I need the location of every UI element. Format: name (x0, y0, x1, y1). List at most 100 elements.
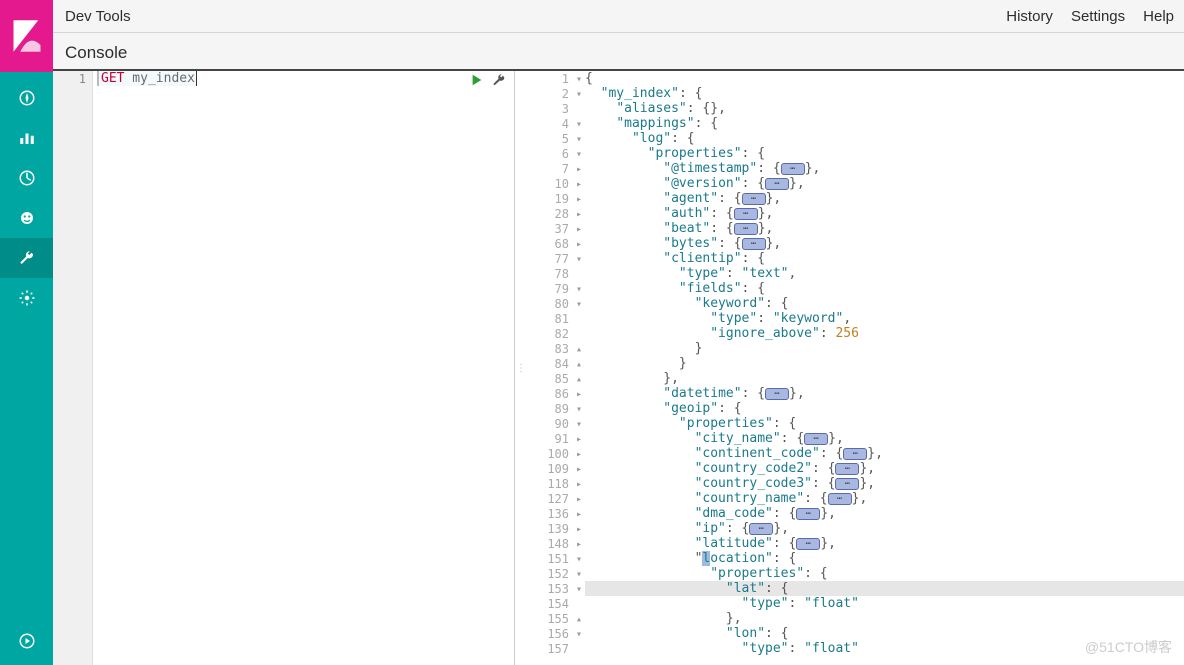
folded-pill[interactable]: ⋯ (734, 208, 758, 220)
fold-toggle[interactable]: ▾ (573, 402, 585, 417)
request-editor[interactable]: GET my_index (93, 71, 514, 665)
fold-toggle[interactable]: ▾ (573, 72, 585, 87)
app-sidebar (0, 0, 53, 665)
run-button[interactable] (470, 73, 484, 92)
nav-visualize[interactable] (0, 118, 53, 158)
nav-bottom (0, 621, 53, 665)
fold-toggle[interactable]: ▸ (573, 387, 585, 402)
fold-toggle[interactable]: ▾ (573, 117, 585, 132)
fold-toggle[interactable]: ▾ (573, 582, 585, 597)
fold-toggle[interactable]: ▸ (573, 237, 585, 252)
fold-toggle[interactable]: ▸ (573, 432, 585, 447)
response-line: "ignore_above": 256 (585, 326, 1184, 341)
response-line: "agent": {⋯}, (585, 191, 1184, 206)
history-link[interactable]: History (1006, 8, 1053, 25)
response-line: "properties": { (585, 146, 1184, 161)
folded-pill[interactable]: ⋯ (804, 433, 828, 445)
response-viewer[interactable]: { "my_index": { "aliases": {}, "mappings… (585, 71, 1184, 656)
fold-toggle[interactable]: ▾ (573, 552, 585, 567)
response-pane[interactable]: 1234567101928376877787980818283848586899… (527, 71, 1184, 665)
fold-toggle[interactable]: ▸ (573, 177, 585, 192)
response-line: }, (585, 371, 1184, 386)
fold-toggle[interactable] (573, 597, 585, 612)
fold-toggle[interactable]: ▸ (573, 507, 585, 522)
folded-pill[interactable]: ⋯ (835, 478, 859, 490)
response-line: } (585, 356, 1184, 371)
response-line: "lat": { (585, 581, 1184, 596)
settings-link[interactable]: Settings (1071, 8, 1125, 25)
response-line: } (585, 341, 1184, 356)
response-line: "continent_code": {⋯}, (585, 446, 1184, 461)
nav-timelion[interactable] (0, 198, 53, 238)
editor-panes: 1 GET my_index ⋮ 12345671019283768777879… (53, 71, 1184, 665)
folded-pill[interactable]: ⋯ (796, 508, 820, 520)
fold-toggle[interactable]: ▸ (573, 207, 585, 222)
fold-toggle[interactable]: ▸ (573, 537, 585, 552)
fold-column[interactable]: ▾▾▾▾▾▸▸▸▸▸▸▾▾▾▴▴▴▸▾▾▸▸▸▸▸▸▸▸▾▾▾▴▾ (573, 71, 585, 657)
folded-pill[interactable]: ⋯ (765, 178, 789, 190)
fold-toggle[interactable]: ▾ (573, 567, 585, 582)
fold-toggle[interactable]: ▴ (573, 372, 585, 387)
nav-management[interactable] (0, 278, 53, 318)
folded-pill[interactable]: ⋯ (781, 163, 805, 175)
fold-toggle[interactable]: ▾ (573, 297, 585, 312)
options-button[interactable] (492, 73, 506, 92)
fold-toggle[interactable]: ▾ (573, 282, 585, 297)
top-bar: Dev Tools History Settings Help (53, 0, 1184, 33)
folded-pill[interactable]: ⋯ (835, 463, 859, 475)
request-gutter: 1 (53, 71, 93, 665)
main-content: Dev Tools History Settings Help Console … (53, 0, 1184, 665)
fold-toggle[interactable]: ▾ (573, 417, 585, 432)
fold-toggle[interactable]: ▾ (573, 87, 585, 102)
fold-toggle[interactable]: ▴ (573, 342, 585, 357)
fold-toggle[interactable] (573, 102, 585, 117)
fold-toggle[interactable]: ▸ (573, 477, 585, 492)
fold-toggle[interactable]: ▸ (573, 462, 585, 477)
nav-discover[interactable] (0, 78, 53, 118)
folded-pill[interactable]: ⋯ (742, 193, 766, 205)
help-link[interactable]: Help (1143, 8, 1174, 25)
response-line: "latitude": {⋯}, (585, 536, 1184, 551)
response-gutter: 1234567101928376877787980818283848586899… (527, 71, 573, 657)
fold-toggle[interactable]: ▾ (573, 147, 585, 162)
response-line: "aliases": {}, (585, 101, 1184, 116)
fold-toggle[interactable]: ▸ (573, 222, 585, 237)
fold-toggle[interactable]: ▴ (573, 357, 585, 372)
response-line: "geoip": { (585, 401, 1184, 416)
kibana-logo[interactable] (0, 0, 53, 72)
response-line: "keyword": { (585, 296, 1184, 311)
response-line: { (585, 71, 1184, 86)
folded-pill[interactable]: ⋯ (765, 388, 789, 400)
fold-toggle[interactable]: ▾ (573, 132, 585, 147)
nav-collapse[interactable] (0, 621, 53, 661)
pane-splitter[interactable]: ⋮ (515, 71, 527, 665)
nav-devtools[interactable] (0, 238, 53, 278)
folded-pill[interactable]: ⋯ (796, 538, 820, 550)
nav-list (0, 72, 53, 621)
folded-pill[interactable]: ⋯ (734, 223, 758, 235)
fold-toggle[interactable] (573, 312, 585, 327)
fold-toggle[interactable]: ▸ (573, 162, 585, 177)
response-line: "@timestamp": {⋯}, (585, 161, 1184, 176)
fold-toggle[interactable] (573, 267, 585, 282)
response-line: "dma_code": {⋯}, (585, 506, 1184, 521)
request-pane[interactable]: 1 GET my_index (53, 71, 515, 665)
console-tab[interactable]: Console (65, 43, 127, 69)
fold-toggle[interactable]: ▾ (573, 252, 585, 267)
folded-pill[interactable]: ⋯ (742, 238, 766, 250)
response-line: "bytes": {⋯}, (585, 236, 1184, 251)
page-title: Dev Tools (65, 8, 131, 25)
response-line: "lon": { (585, 626, 1184, 641)
fold-toggle[interactable] (573, 327, 585, 342)
folded-pill[interactable]: ⋯ (828, 493, 852, 505)
folded-pill[interactable]: ⋯ (749, 523, 773, 535)
fold-toggle[interactable]: ▸ (573, 522, 585, 537)
fold-toggle[interactable]: ▸ (573, 447, 585, 462)
fold-toggle[interactable]: ▴ (573, 612, 585, 627)
nav-dashboard[interactable] (0, 158, 53, 198)
fold-toggle[interactable] (573, 642, 585, 657)
fold-toggle[interactable]: ▸ (573, 492, 585, 507)
fold-toggle[interactable]: ▸ (573, 192, 585, 207)
folded-pill[interactable]: ⋯ (843, 448, 867, 460)
fold-toggle[interactable]: ▾ (573, 627, 585, 642)
